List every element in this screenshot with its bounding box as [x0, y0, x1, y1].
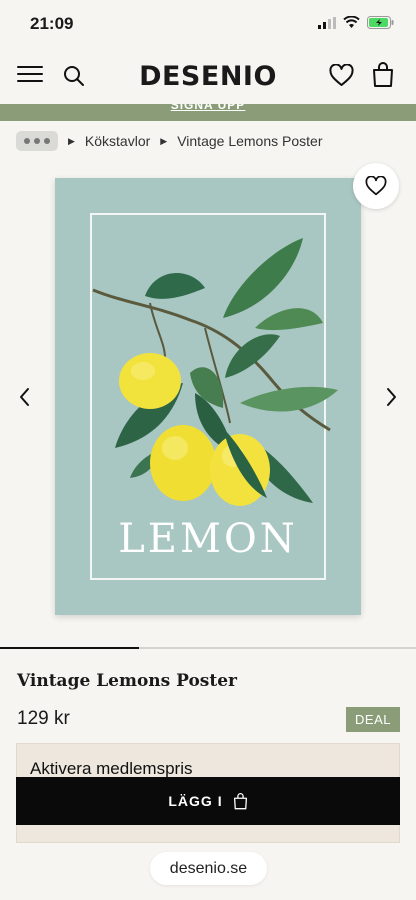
product-gallery[interactable]: LEMON [0, 163, 416, 649]
member-price-title[interactable]: Aktivera medlemspris [30, 759, 193, 779]
breadcrumb-item-current[interactable]: Vintage Lemons Poster [177, 133, 322, 149]
status-icons [318, 16, 394, 29]
promo-text[interactable]: SIGNA UPP [171, 104, 246, 112]
wishlist-heart-icon[interactable] [329, 64, 354, 87]
status-bar: 21:09 [0, 0, 416, 48]
breadcrumb: ▶ Kökstavlor ▶ Vintage Lemons Poster [16, 130, 322, 152]
site-header: DESENIO [0, 48, 416, 104]
gallery-progress-fill [0, 647, 140, 649]
chevron-left-icon[interactable] [15, 385, 35, 409]
promo-banner[interactable]: SIGNA UPP [0, 104, 416, 121]
breadcrumb-separator-icon: ▶ [68, 135, 75, 146]
breadcrumb-item-category[interactable]: Kökstavlor [85, 133, 150, 149]
breadcrumb-separator-icon: ▶ [160, 135, 168, 146]
signal-icon [318, 16, 336, 29]
cart-bag-icon[interactable] [372, 62, 394, 88]
gallery-progress-bar [0, 647, 416, 649]
breadcrumb-more-button[interactable] [16, 131, 58, 151]
product-title: Vintage Lemons Poster [17, 671, 238, 691]
heart-icon [365, 176, 387, 196]
product-image[interactable]: LEMON [55, 178, 361, 615]
add-to-cart-label: LÄGG I [168, 793, 223, 809]
product-price: 129 kr [17, 708, 70, 729]
browser-url-bar[interactable]: desenio.se [150, 852, 267, 885]
poster-title-text: LEMON [118, 516, 298, 562]
chevron-right-icon[interactable] [381, 385, 401, 409]
deal-badge: DEAL [346, 707, 400, 732]
wifi-icon [343, 16, 360, 28]
add-to-cart-button[interactable]: LÄGG I [16, 777, 400, 825]
shopping-bag-icon [233, 792, 247, 809]
status-time: 21:09 [30, 14, 74, 33]
add-to-wishlist-button[interactable] [353, 163, 399, 209]
battery-icon [367, 16, 394, 29]
